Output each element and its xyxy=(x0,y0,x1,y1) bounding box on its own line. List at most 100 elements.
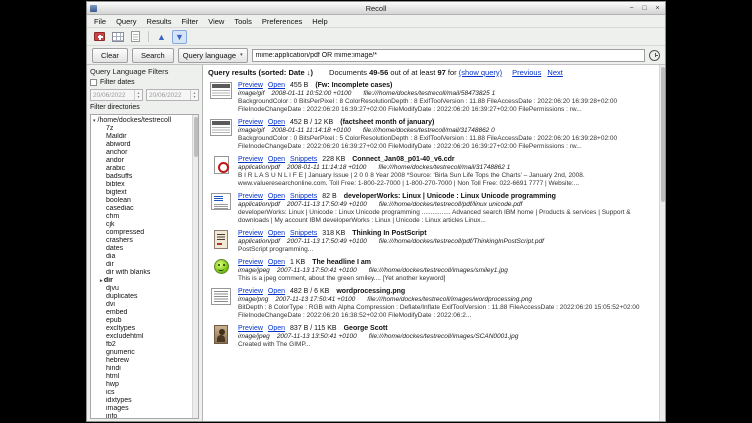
clear-button[interactable]: Clear xyxy=(92,48,128,63)
results-scrollbar-thumb[interactable] xyxy=(661,67,665,202)
expander-closed-icon[interactable]: ▸ xyxy=(100,278,104,284)
filters-sidebar: Query Language Filters Filter dates 20/0… xyxy=(87,65,203,421)
tree-root[interactable]: ▾ /home/dockes/testrecoll xyxy=(93,116,190,125)
result-meta-line: application/pdf2007-11-13 17:50:49 +0100… xyxy=(238,201,655,209)
tree-item-epub[interactable]: epub xyxy=(93,317,190,325)
filter-dates-label: Filter dates xyxy=(100,79,135,86)
tree-item-djvu[interactable]: djvu xyxy=(93,285,190,293)
snippets-link[interactable]: Snippets xyxy=(290,230,317,237)
tree-item-dir[interactable]: ▸ dir xyxy=(93,277,190,285)
tree-item-dir-with-blanks[interactable]: dir with blanks xyxy=(93,269,190,277)
date-to-spinner[interactable]: 20/06/2022 ▴▾ xyxy=(146,89,199,101)
result-title-line: PreviewOpen837 B / 115 KBGeorge Scott xyxy=(238,324,655,333)
menu-filter[interactable]: Filter xyxy=(177,16,204,27)
menu-tools[interactable]: Tools xyxy=(229,16,257,27)
tree-item-cjk[interactable]: cjk xyxy=(93,221,190,229)
expander-open-icon[interactable]: ▾ xyxy=(93,118,96,124)
date-from-spinner[interactable]: 20/06/2022 ▴▾ xyxy=(90,89,143,101)
tree-item-arabic[interactable]: arabic xyxy=(93,165,190,173)
tree-item-info[interactable]: info xyxy=(93,413,190,419)
open-link[interactable]: Open xyxy=(268,288,285,295)
result-meta-line: image/gif2008-01-11 11:14:18 +0100file:/… xyxy=(238,127,655,135)
tree-item-gnumeric[interactable]: gnumeric xyxy=(93,349,190,357)
tree-item-images[interactable]: images xyxy=(93,405,190,413)
tree-item-html[interactable]: html xyxy=(93,373,190,381)
search-input[interactable] xyxy=(252,49,645,62)
spinner-arrows-icon[interactable]: ▴▾ xyxy=(134,90,142,100)
tree-item-chm[interactable]: chm xyxy=(93,213,190,221)
tree-item-andor[interactable]: andor xyxy=(93,157,190,165)
tree-item-anchor[interactable]: anchor xyxy=(93,149,190,157)
preview-link[interactable]: Preview xyxy=(238,156,263,163)
sort-oldest-first-icon[interactable]: ▲ xyxy=(154,30,169,44)
tree-item-ics[interactable]: ics xyxy=(93,389,190,397)
open-link[interactable]: Open xyxy=(268,82,285,89)
previous-link[interactable]: Previous xyxy=(512,68,541,77)
open-link[interactable]: Open xyxy=(268,325,285,332)
tree-item-hwp[interactable]: hwp xyxy=(93,381,190,389)
tree-item-embed[interactable]: embed xyxy=(93,309,190,317)
tree-item-bigtext[interactable]: bigtext xyxy=(93,189,190,197)
tree-item-casediac[interactable]: casediac xyxy=(93,205,190,213)
open-link[interactable]: Open xyxy=(268,193,285,200)
minimize-button[interactable]: − xyxy=(627,4,636,13)
tree-item-hebrew[interactable]: hebrew xyxy=(93,357,190,365)
menu-view[interactable]: View xyxy=(203,16,229,27)
sort-newest-first-icon[interactable]: ▼ xyxy=(172,30,187,44)
preview-link[interactable]: Preview xyxy=(238,259,263,266)
tree-item-dir[interactable]: dir xyxy=(93,261,190,269)
open-link[interactable]: Open xyxy=(268,156,285,163)
tree-item-badsuffs[interactable]: badsuffs xyxy=(93,173,190,181)
tree-item-7z[interactable]: 7z xyxy=(93,125,190,133)
open-link[interactable]: Open xyxy=(268,119,285,126)
tree-item-compressed[interactable]: compressed xyxy=(93,229,190,237)
results-scrollbar[interactable] xyxy=(659,65,665,421)
search-mode-select[interactable]: Query language ▾ xyxy=(178,48,248,63)
tree-item-fb2[interactable]: fb2 xyxy=(93,341,190,349)
history-clock-icon[interactable] xyxy=(649,50,660,61)
tree-item-crashers[interactable]: crashers xyxy=(93,237,190,245)
document-icon[interactable] xyxy=(128,30,143,44)
titlebar[interactable]: Recoll − □ × xyxy=(87,2,665,15)
filter-dates-row: Filter dates xyxy=(90,79,199,86)
preview-link[interactable]: Preview xyxy=(238,119,263,126)
tree-scrollbar[interactable] xyxy=(192,115,198,418)
tree-item-boolean[interactable]: boolean xyxy=(93,197,190,205)
menu-file[interactable]: File xyxy=(89,16,111,27)
open-link[interactable]: Open xyxy=(268,259,285,266)
next-link[interactable]: Next xyxy=(547,68,562,77)
snippets-link[interactable]: Snippets xyxy=(290,193,317,200)
tree-item-abiword[interactable]: abiword xyxy=(93,141,190,149)
filter-dates-checkbox[interactable] xyxy=(90,79,97,86)
menu-query[interactable]: Query xyxy=(111,16,141,27)
search-button[interactable]: Search xyxy=(132,48,174,63)
preview-link[interactable]: Preview xyxy=(238,230,263,237)
tree-item-excltypes[interactable]: excltypes xyxy=(93,325,190,333)
tree-item-dates[interactable]: dates xyxy=(93,245,190,253)
spinner-arrows-icon[interactable]: ▴▾ xyxy=(190,90,198,100)
preview-link[interactable]: Preview xyxy=(238,325,263,332)
show-query-link[interactable]: (show query) xyxy=(459,68,502,77)
preview-link[interactable]: Preview xyxy=(238,288,263,295)
menu-help[interactable]: Help xyxy=(307,16,332,27)
tree-item-excludehtml[interactable]: excludehtml xyxy=(93,333,190,341)
menu-results[interactable]: Results xyxy=(142,16,177,27)
preview-link[interactable]: Preview xyxy=(238,193,263,200)
open-link[interactable]: Open xyxy=(268,230,285,237)
tree-item-Maildir[interactable]: Maildir xyxy=(93,133,190,141)
tree-item-bibtex[interactable]: bibtex xyxy=(93,181,190,189)
query-fragments-icon[interactable] xyxy=(92,30,107,44)
tree-item-dvi[interactable]: dvi xyxy=(93,301,190,309)
preview-link[interactable]: Preview xyxy=(238,82,263,89)
tree-scrollbar-thumb[interactable] xyxy=(194,117,198,157)
result-url: file:///home/dockes/testrecoll/mail/5847… xyxy=(363,90,495,97)
menu-preferences[interactable]: Preferences xyxy=(257,16,307,27)
tree-item-dia[interactable]: dia xyxy=(93,253,190,261)
tree-item-idxtypes[interactable]: idxtypes xyxy=(93,397,190,405)
tree-item-duplicates[interactable]: duplicates xyxy=(93,293,190,301)
close-button[interactable]: × xyxy=(653,4,662,13)
table-view-icon[interactable] xyxy=(110,30,125,44)
maximize-button[interactable]: □ xyxy=(640,4,649,13)
snippets-link[interactable]: Snippets xyxy=(290,156,317,163)
tree-item-hindi[interactable]: hindi xyxy=(93,365,190,373)
